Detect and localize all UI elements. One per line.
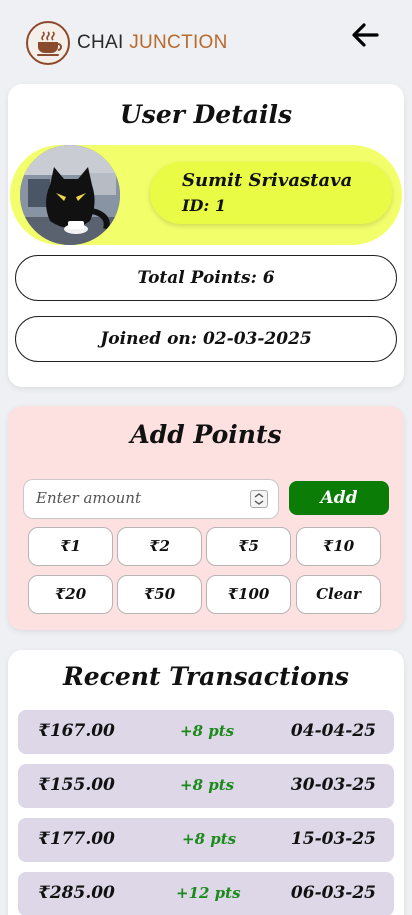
back-button[interactable] [350, 22, 380, 48]
add-button[interactable]: Add [289, 481, 389, 515]
clear-button[interactable]: Clear [296, 575, 381, 614]
user-id: ID: 1 [182, 196, 226, 215]
user-details-title: User Details [119, 100, 293, 129]
brand-name: CHAI JUNCTION [77, 32, 228, 54]
transaction-points: +8 pts [182, 830, 237, 848]
transaction-row: ₹155.00 +8 pts 30-03-25 [18, 764, 394, 808]
transaction-amount: ₹155.00 [38, 775, 115, 795]
avatar [20, 145, 120, 245]
transaction-row: ₹177.00 +8 pts 15-03-25 [18, 818, 394, 862]
transaction-amount: ₹177.00 [38, 829, 115, 849]
user-name-pill: Sumit Srivastava ID: 1 [150, 162, 392, 224]
transaction-points: +8 pts [180, 722, 235, 740]
chip-2[interactable]: ₹2 [117, 527, 202, 566]
chip-10[interactable]: ₹10 [296, 527, 381, 566]
amount-field-wrapper [23, 479, 279, 519]
user-name: Sumit Srivastava [182, 170, 353, 191]
joined-date: Joined on: 02-03-2025 [15, 316, 397, 362]
chip-20[interactable]: ₹20 [28, 575, 113, 614]
total-points: Total Points: 6 [15, 255, 397, 301]
transaction-date: 30-03-25 [290, 775, 376, 795]
transaction-amount: ₹167.00 [38, 721, 115, 741]
app-header: CHAI JUNCTION [0, 0, 412, 84]
transactions-title: Recent Transactions [62, 662, 350, 691]
user-details-card: User Details Sumit Srivastava ID: 1 Tota… [8, 84, 404, 387]
transaction-date: 04-04-25 [290, 721, 376, 741]
transaction-date: 06-03-25 [290, 883, 376, 903]
add-points-title: Add Points [130, 420, 282, 449]
user-profile-band: Sumit Srivastava ID: 1 [10, 145, 402, 245]
transaction-points: +8 pts [180, 776, 235, 794]
chip-100[interactable]: ₹100 [206, 575, 291, 614]
chip-5[interactable]: ₹5 [206, 527, 291, 566]
stepper-arrows-icon [254, 493, 264, 505]
cat-avatar-image [20, 145, 120, 245]
arrow-left-icon [352, 23, 379, 47]
transaction-date: 15-03-25 [290, 829, 376, 849]
chip-50[interactable]: ₹50 [117, 575, 202, 614]
tea-cup-icon [37, 31, 62, 56]
transaction-points: +12 pts [176, 884, 241, 902]
brand-part-2: JUNCTION [129, 32, 228, 53]
chip-1[interactable]: ₹1 [28, 527, 113, 566]
add-points-card: Add Points Add ₹1 ₹2 ₹5 ₹10 ₹20 ₹50 ₹100… [8, 406, 404, 630]
transaction-row: ₹285.00 +12 pts 06-03-25 [18, 872, 394, 915]
recent-transactions-card: Recent Transactions ₹167.00 +8 pts 04-04… [8, 650, 404, 915]
transaction-row: ₹167.00 +8 pts 04-04-25 [18, 710, 394, 754]
amount-stepper[interactable] [250, 490, 268, 508]
amount-input[interactable] [24, 480, 234, 516]
logo [26, 21, 70, 65]
brand-part-1: CHAI [77, 32, 124, 53]
transaction-amount: ₹285.00 [38, 883, 115, 903]
